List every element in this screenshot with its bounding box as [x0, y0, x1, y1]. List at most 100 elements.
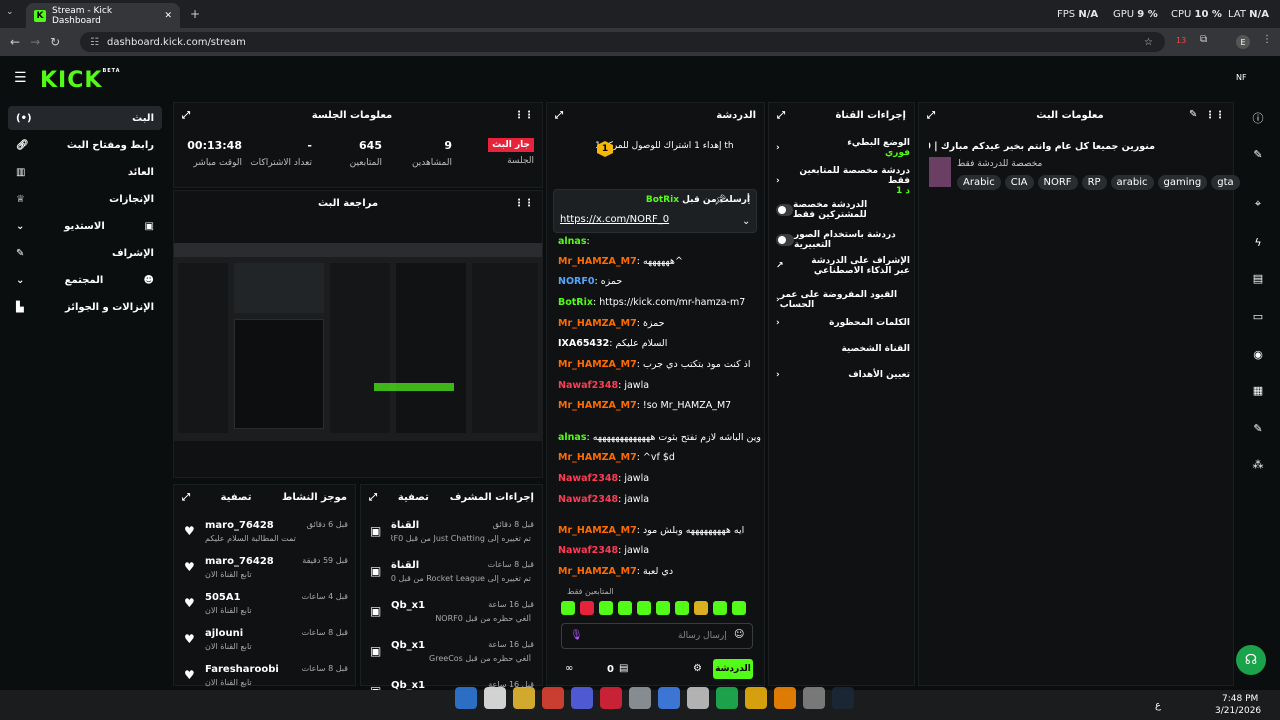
stream-tag[interactable]: RP	[1081, 175, 1107, 190]
broadcast-rail-icon[interactable]: ◉	[1240, 340, 1276, 368]
sidebar-item-studio[interactable]: ⌄ الاستديو ▣	[8, 214, 162, 238]
popout-icon[interactable]: ⤢	[777, 110, 785, 121]
chat-message[interactable]: Mr_HAMZA_M7: ايه هههههههههه وبلش مود	[558, 525, 744, 536]
sidebar-item-revenue[interactable]: ▥ العائد	[8, 160, 162, 184]
taskbar-app-icon[interactable]	[484, 687, 506, 709]
sidebar-item-community[interactable]: ⌄ المجتمع ☻	[8, 268, 162, 292]
chat-bubble-icon[interactable]: ▭	[1240, 302, 1276, 330]
chat-username[interactable]: Mr_HAMZA_M7	[558, 525, 637, 536]
activity-user[interactable]: 505A1	[205, 592, 241, 603]
emote-only-setting[interactable]: دردشة باستخدام الصور التعبيرية	[776, 230, 910, 250]
chat-input[interactable]: 🎙︎ إرسال رسالة ☺	[561, 623, 753, 649]
edit-icon[interactable]: ✎	[1189, 109, 1197, 120]
stream-tag[interactable]: NORF	[1037, 175, 1078, 190]
settings-gear-icon[interactable]: ⚙	[693, 663, 702, 674]
drag-handle-icon[interactable]: ⋮⋮	[514, 110, 534, 121]
store-icon[interactable]: ▤	[619, 663, 628, 674]
taskbar-app-icon[interactable]	[542, 687, 564, 709]
chat-username[interactable]: alnas	[558, 432, 587, 443]
taskbar-app-icon[interactable]	[571, 687, 593, 709]
pen-icon[interactable]: ✎	[1240, 140, 1276, 168]
stream-tag[interactable]: CIA	[1004, 175, 1034, 190]
profile-avatar[interactable]: E	[1236, 35, 1250, 49]
chat-username[interactable]: Nawaf2348	[558, 494, 618, 505]
user-avatar[interactable]: NF	[1236, 73, 1247, 82]
activity-user[interactable]: Faresharoobi	[205, 664, 279, 675]
taskbar-date[interactable]: 3/21/2026	[1215, 706, 1261, 716]
chat-message[interactable]: Mr_HAMZA_M7: اذ كنت مود بتكتب دي جرب	[558, 359, 751, 370]
focus-icon[interactable]: ⌖	[1240, 190, 1276, 218]
info-icon[interactable]: ⓘ	[1240, 104, 1276, 132]
kick-logo[interactable]: KICKBETA	[40, 68, 121, 93]
chat-message[interactable]: Nawaf2348: jawla	[558, 545, 649, 556]
stream-preview-video[interactable]	[174, 243, 542, 441]
community-icon[interactable]: ⁂	[1240, 450, 1276, 478]
taskbar-app-icon[interactable]	[803, 687, 825, 709]
chat-message[interactable]: Nawaf2348: jawla	[558, 380, 649, 391]
sidebar-item-stream-key[interactable]: 🔗︎ رابط ومفتاح البث	[8, 133, 162, 157]
popout-icon[interactable]: ⤢	[182, 110, 190, 121]
activity-item[interactable]: ♥ 505A1 قبل 4 ساعات تابع القناة الان	[180, 590, 350, 624]
taskbar-app-icon[interactable]	[716, 687, 738, 709]
help-chat-button[interactable]: ☊	[1236, 645, 1266, 675]
extensions-icon[interactable]: ⧉	[1200, 34, 1207, 45]
chat-message[interactable]: Mr_HAMZA_M7: ههههههه^	[558, 256, 683, 267]
popout-icon[interactable]: ⤢	[927, 110, 935, 121]
taskbar-app-icon[interactable]	[455, 687, 477, 709]
mod-user[interactable]: Qb_x1	[391, 600, 425, 611]
pinned-message[interactable]: 📌︎ ⋮ BotRix أرسلت من قبل https://x.com/N…	[553, 189, 757, 233]
sidebar-item-drops[interactable]: ▙ الإنزالات و الجوائز	[8, 295, 162, 319]
chat-username[interactable]: Nawaf2348	[558, 380, 618, 391]
emote-only-toggle[interactable]	[776, 234, 794, 246]
taskbar-lang[interactable]: ع	[1155, 700, 1161, 711]
browser-tab[interactable]: K Stream - Kick Dashboard ✕	[26, 3, 180, 28]
chat-username[interactable]: Nawaf2348	[558, 545, 618, 556]
mod-action-item[interactable]: ▣ Qb_x1 قبل 16 ساعة ألغي حظره من قبل NORF0	[366, 598, 536, 632]
activity-user[interactable]: ajlouni	[205, 628, 243, 639]
account-age-setting[interactable]: › القيود المفروضة على عمر الحساب	[776, 290, 910, 310]
subs-only-toggle[interactable]	[776, 204, 794, 216]
activity-filter[interactable]: تصفية	[221, 492, 252, 503]
mod-action-item[interactable]: ▣ القناة قبل 8 ساعات تم تغييره إلى Rocket L…	[366, 558, 536, 592]
slow-mode-setting[interactable]: › الوضع البطيء فوري	[776, 138, 910, 158]
extension-badge[interactable]: 13	[1176, 36, 1186, 45]
close-tab-icon[interactable]: ✕	[164, 11, 172, 21]
chat-message[interactable]: alnas:	[558, 236, 590, 247]
subscribers-only-setting[interactable]: الدردشة مخصصة للمشتركين فقط	[776, 200, 910, 220]
taskbar-time[interactable]: 7:48 PM	[1222, 694, 1258, 704]
mod-user[interactable]: القناة	[391, 560, 419, 571]
chat-username[interactable]: Mr_HAMZA_M7	[558, 256, 637, 267]
stream-tag[interactable]: Arabic	[957, 175, 1001, 190]
bookmark-star-icon[interactable]: ☆	[1144, 37, 1153, 48]
tool-icon[interactable]: ✎	[1240, 414, 1276, 442]
chat-message[interactable]: alnas: وين الباشه لازم تفتح بثوت ههههههه…	[558, 432, 761, 443]
ai-moderation-setting[interactable]: ↗ الإشراف على الدردشة عبر الذكاء الاصطناع…	[776, 256, 910, 276]
emoji-icon[interactable]: ☺	[734, 629, 744, 640]
taskbar-app-icon[interactable]	[774, 687, 796, 709]
activity-item[interactable]: ♥ maro_76428 قبل 6 دقائق تمت المطالبة السلا…	[180, 518, 350, 552]
taskbar-app-icon[interactable]	[687, 687, 709, 709]
chat-message[interactable]: Mr_HAMZA_M7: دي لعبة	[558, 566, 673, 577]
sidebar-item-stream[interactable]: (•) البث	[8, 106, 162, 130]
chat-message[interactable]: IXA65432: السلام عليكم	[558, 338, 667, 349]
chat-username[interactable]: IXA65432	[558, 338, 609, 349]
chat-message[interactable]: Mr_HAMZA_M7: حمزة	[558, 318, 665, 329]
taskbar-app-icon[interactable]	[600, 687, 622, 709]
flash-icon[interactable]: ϟ	[1240, 228, 1276, 256]
notes-icon[interactable]: ▤	[1240, 264, 1276, 292]
stream-tag[interactable]: gaming	[1157, 175, 1208, 190]
chat-username[interactable]: Mr_HAMZA_M7	[558, 452, 637, 463]
chat-message[interactable]: Nawaf2348: jawla	[558, 494, 649, 505]
chat-send-button[interactable]: الدردشة	[713, 659, 753, 679]
mic-icon[interactable]: 🎙︎	[570, 630, 583, 641]
taskbar-app-icon[interactable]	[629, 687, 651, 709]
taskbar-app-icon[interactable]	[658, 687, 680, 709]
chat-message[interactable]: Mr_HAMZA_M7: ^vf $d	[558, 452, 675, 463]
popout-icon[interactable]: ⤢	[369, 492, 377, 503]
infinity-icon[interactable]: ∞	[565, 663, 573, 674]
mod-action-item[interactable]: ▣ القناة قبل 8 دقائق تم تغييره إلى Just Cha…	[366, 518, 536, 552]
chat-message[interactable]: NORF0: حمزه	[558, 276, 622, 287]
hamburger-menu-icon[interactable]: ☰	[14, 70, 27, 86]
sidebar-item-achievements[interactable]: ♕ الإنجازات	[8, 187, 162, 211]
forward-icon[interactable]: →	[30, 35, 40, 49]
